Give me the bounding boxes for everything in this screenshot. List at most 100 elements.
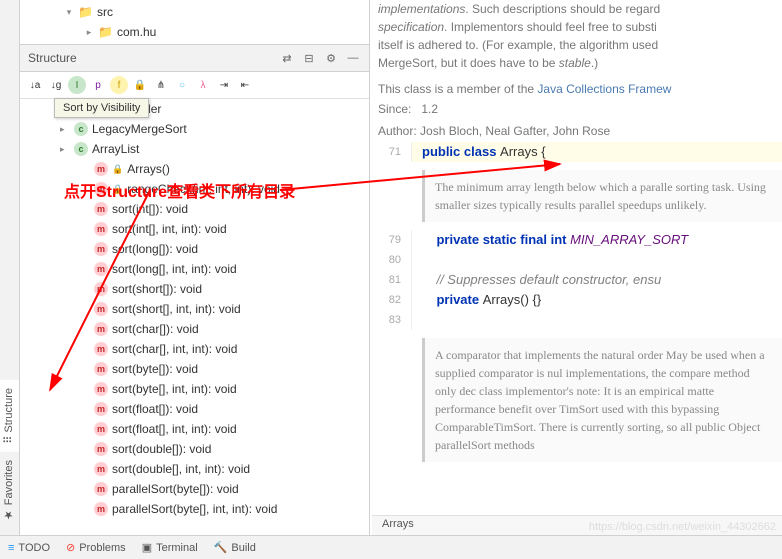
hide-icon[interactable]: — bbox=[345, 50, 361, 66]
structure-item[interactable]: ▸cArrayList bbox=[20, 139, 369, 159]
method-icon: m bbox=[94, 242, 108, 256]
structure-item-label: sort(char[]): void bbox=[112, 322, 199, 336]
show-nonpublic-icon[interactable]: 🔒 bbox=[131, 76, 149, 94]
class-icon: c bbox=[74, 122, 88, 136]
structure-item-label: sort(long[], int, int): void bbox=[112, 262, 237, 276]
show-fields-icon[interactable]: f bbox=[110, 76, 128, 94]
line-number: 83 bbox=[370, 310, 412, 330]
problems-icon: ⊘ bbox=[66, 541, 75, 554]
tool-problems[interactable]: ⊘Problems bbox=[66, 541, 126, 554]
show-interfaces-icon[interactable]: I bbox=[68, 76, 86, 94]
structure-header: Structure ⇄ ⊟ ⚙ — bbox=[20, 44, 369, 72]
line-number: 82 bbox=[370, 290, 412, 310]
lock-icon: 🔒 bbox=[112, 164, 123, 175]
lock-icon: 🔒 bbox=[112, 184, 123, 195]
editor-panel: implementations. Such descriptions shoul… bbox=[370, 0, 782, 559]
line-number: 81 bbox=[370, 270, 412, 290]
method-icon: m bbox=[94, 282, 108, 296]
method-icon: m bbox=[94, 382, 108, 396]
collapse-icon[interactable]: ⊟ bbox=[301, 50, 317, 66]
method-icon: m bbox=[94, 422, 108, 436]
class-icon: c bbox=[74, 142, 88, 156]
show-properties-icon[interactable]: p bbox=[89, 76, 107, 94]
sort-alpha-icon[interactable]: ↓a bbox=[26, 76, 44, 94]
tool-terminal[interactable]: ▣Terminal bbox=[142, 541, 198, 554]
watermark: https://blog.csdn.net/weixin_44302662 bbox=[589, 521, 776, 533]
show-anonymous-icon[interactable]: ○ bbox=[173, 76, 191, 94]
structure-item-label: sort(byte[], int, int): void bbox=[112, 382, 237, 396]
method-icon: m bbox=[94, 442, 108, 456]
structure-item[interactable]: msort(float[], int, int): void bbox=[20, 419, 369, 439]
structure-list[interactable]: ▸cNaturalOrder▸cLegacyMergeSort▸cArrayLi… bbox=[20, 99, 369, 559]
dots-icon: ⠿ bbox=[3, 436, 15, 444]
tree-folder-comhu[interactable]: ▸ 📁 com.hu bbox=[24, 22, 365, 42]
structure-item-label: sort(float[]): void bbox=[112, 402, 198, 416]
structure-item-label: sort(double[], int, int): void bbox=[112, 462, 250, 476]
structure-item[interactable]: msort(short[], int, int): void bbox=[20, 299, 369, 319]
structure-item[interactable]: m sort(char[], int, int): void bbox=[20, 339, 369, 359]
method-icon: m bbox=[94, 182, 108, 196]
structure-item[interactable]: msort(byte[]): void bbox=[20, 359, 369, 379]
autoscroll-source-icon[interactable]: ⇥ bbox=[215, 76, 233, 94]
structure-item[interactable]: m sort(double[]): void bbox=[20, 439, 369, 459]
method-icon: m bbox=[94, 502, 108, 516]
line-number: 71 bbox=[370, 142, 412, 162]
method-icon: m bbox=[94, 362, 108, 376]
structure-item[interactable]: m sort(char[]): void bbox=[20, 319, 369, 339]
line-number: 80 bbox=[370, 250, 412, 270]
javadoc-area: implementations. Such descriptions shoul… bbox=[370, 0, 782, 98]
structure-item-label: sort(short[], int, int): void bbox=[112, 302, 241, 316]
side-tool-tabs: ⠿ Structure ★ Favorites bbox=[0, 0, 20, 559]
structure-title: Structure bbox=[28, 51, 77, 65]
structure-item-label: parallelSort(byte[], int, int): void bbox=[112, 502, 277, 516]
structure-item[interactable]: m sort(byte[], int, int): void bbox=[20, 379, 369, 399]
terminal-icon: ▣ bbox=[142, 541, 152, 554]
structure-item[interactable]: msort(float[]): void bbox=[20, 399, 369, 419]
line-number: 79 bbox=[370, 230, 412, 250]
structure-item[interactable]: msort(long[], int, int): void bbox=[20, 259, 369, 279]
structure-item[interactable]: msort(int[]): void bbox=[20, 199, 369, 219]
structure-toolbar: ↓a ↓g I p f 🔒 ⋔ ○ λ ⇥ ⇤ Sort by Visibili… bbox=[20, 72, 369, 99]
gear-icon[interactable]: ⚙ bbox=[323, 50, 339, 66]
folder-icon: 📁 bbox=[98, 25, 113, 39]
method-icon: m bbox=[94, 342, 108, 356]
tool-todo[interactable]: ≡TODO bbox=[8, 542, 50, 554]
method-icon: m bbox=[94, 462, 108, 476]
autoscroll-from-icon[interactable]: ⇤ bbox=[236, 76, 254, 94]
javadoc-since: Since: 1.2 bbox=[370, 98, 782, 120]
tool-build[interactable]: 🔨Build bbox=[214, 541, 256, 554]
structure-item-label: parallelSort(byte[]): void bbox=[112, 482, 239, 496]
show-lambda-icon[interactable]: λ bbox=[194, 76, 212, 94]
sort-visibility-icon[interactable]: ↓g bbox=[47, 76, 65, 94]
side-tab-favorites[interactable]: ★ Favorites bbox=[0, 452, 19, 529]
folder-icon: 📁 bbox=[78, 5, 93, 19]
structure-item-label: sort(char[], int, int): void bbox=[112, 342, 237, 356]
tooltip: Sort by Visibility bbox=[54, 98, 149, 118]
show-inherited-icon[interactable]: ⋔ bbox=[152, 76, 170, 94]
structure-item-label: Arrays() bbox=[127, 162, 170, 176]
structure-item[interactable]: mparallelSort(byte[]): void bbox=[20, 479, 369, 499]
filter-icon[interactable]: ⇄ bbox=[279, 50, 295, 66]
structure-item[interactable]: m sort(long[]): void bbox=[20, 239, 369, 259]
javadoc-author: Author: Josh Bloch, Neal Gafter, John Ro… bbox=[370, 120, 782, 142]
expand-icon: ▸ bbox=[60, 124, 70, 135]
method-icon: m bbox=[94, 322, 108, 336]
method-icon: m bbox=[94, 202, 108, 216]
structure-item[interactable]: m parallelSort(byte[], int, int): void bbox=[20, 499, 369, 519]
structure-item[interactable]: msort(short[]): void bbox=[20, 279, 369, 299]
structure-item[interactable]: m🔒Arrays() bbox=[20, 159, 369, 179]
structure-item-label: sort(double[]): void bbox=[112, 442, 211, 456]
bottom-toolbar: ≡TODO ⊘Problems ▣Terminal 🔨Build bbox=[0, 535, 782, 559]
structure-item[interactable]: msort(int[], int, int): void bbox=[20, 219, 369, 239]
link-collections[interactable]: Java Collections Framew bbox=[537, 82, 671, 96]
structure-item[interactable]: m sort(double[], int, int): void bbox=[20, 459, 369, 479]
structure-item[interactable]: m🔒rangeCheck(int, int, int): void bbox=[20, 179, 369, 199]
code-editor[interactable]: 71 public class Arrays { The minimum arr… bbox=[370, 142, 782, 559]
expand-icon: ▸ bbox=[60, 144, 70, 155]
structure-item[interactable]: ▸cLegacyMergeSort bbox=[20, 119, 369, 139]
structure-item-label: sort(long[]): void bbox=[112, 242, 198, 256]
side-tab-structure[interactable]: ⠿ Structure bbox=[0, 380, 19, 452]
method-icon: m bbox=[94, 222, 108, 236]
expand-icon: ▸ bbox=[84, 27, 94, 38]
tree-folder-src[interactable]: ▾ 📁 src bbox=[24, 2, 365, 22]
